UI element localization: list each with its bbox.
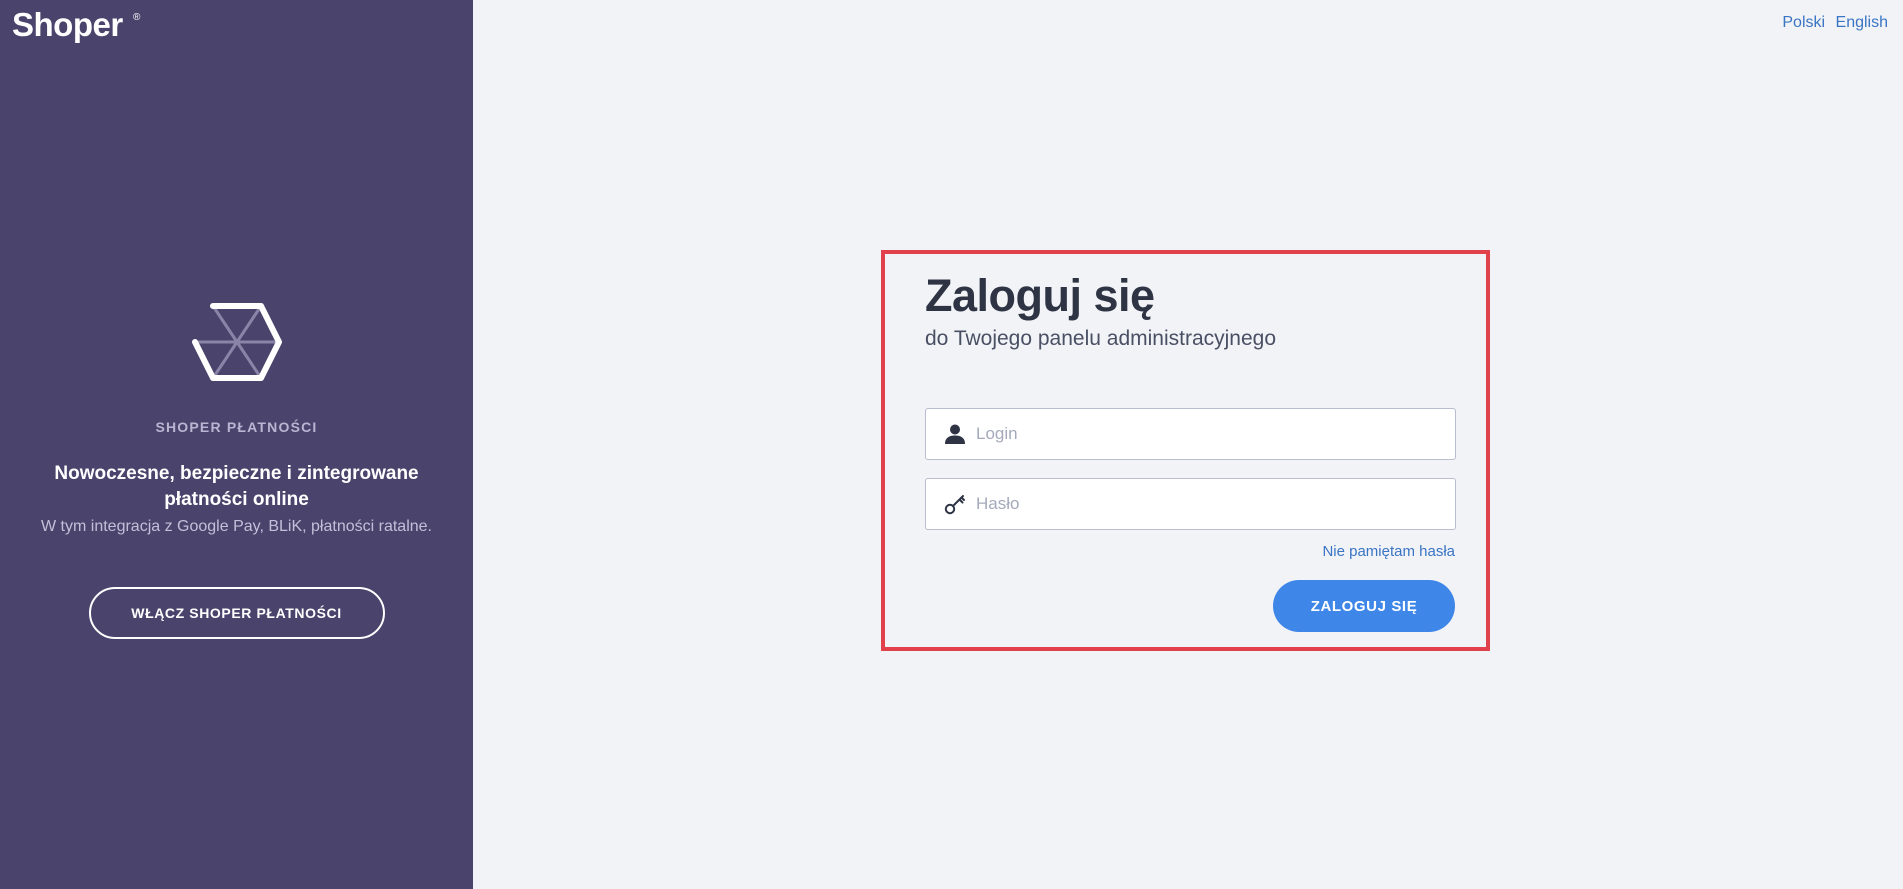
promo-description: W tym integracja z Google Pay, BLiK, pła…	[41, 518, 432, 535]
enable-payments-button[interactable]: WŁĄCZ SHOPER PŁATNOŚCI	[88, 587, 385, 639]
forgot-password-link[interactable]: Nie pamiętam hasła	[1322, 543, 1455, 560]
payments-promo: SHOPER PŁATNOŚCI Nowoczesne, bezpieczne …	[0, 300, 473, 639]
promo-sidebar: Shoper ® SHOPER PŁATNOŚCI Nowoczesne, be…	[0, 0, 473, 889]
password-field[interactable]	[925, 478, 1456, 530]
user-icon	[945, 424, 965, 444]
registered-mark: ®	[133, 12, 141, 23]
login-subtitle: do Twojego panelu administracyjnego	[925, 327, 1277, 350]
login-page: Shoper ® SHOPER PŁATNOŚCI Nowoczesne, be…	[0, 0, 1903, 889]
language-switcher: Polski English	[1776, 14, 1888, 32]
cube-logo-icon	[191, 303, 282, 381]
login-input[interactable]	[976, 409, 1445, 459]
language-polski-link[interactable]: Polski	[1782, 14, 1825, 31]
key-icon	[944, 495, 965, 515]
login-field[interactable]	[925, 408, 1456, 460]
shoper-logo[interactable]: Shoper	[12, 6, 123, 44]
language-english-link[interactable]: English	[1836, 14, 1888, 31]
promo-headline: Nowoczesne, bezpieczne i zintegrowane pł…	[54, 463, 419, 510]
login-form: Zaloguj się do Twojego panelu administra…	[881, 250, 1490, 651]
promo-eyebrow: SHOPER PŁATNOŚCI	[155, 419, 318, 435]
login-submit-button[interactable]: ZALOGUJ SIĘ	[1273, 580, 1455, 632]
login-title: Zaloguj się	[925, 270, 1155, 321]
password-input[interactable]	[976, 479, 1445, 529]
